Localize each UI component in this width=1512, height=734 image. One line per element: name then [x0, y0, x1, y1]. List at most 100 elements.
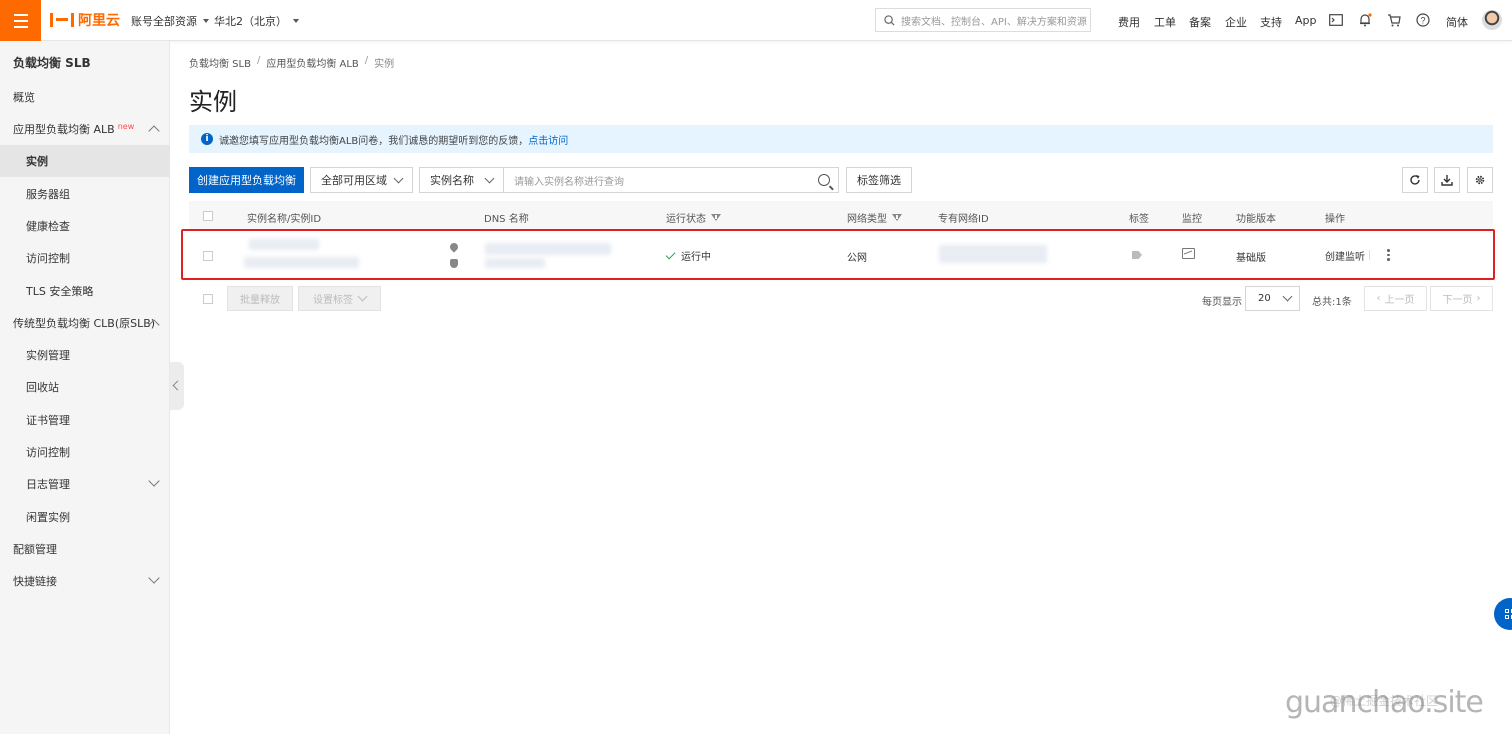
nav-icp[interactable]: 备案: [1189, 14, 1211, 30]
sidebar-item-health-check[interactable]: 健康检查: [0, 210, 170, 242]
region-dropdown[interactable]: 华北2（北京）: [214, 13, 299, 29]
nav-enterprise[interactable]: 企业: [1225, 14, 1247, 30]
sidebar-item-label: 健康检查: [26, 220, 70, 233]
chevron-down-icon: [393, 173, 404, 183]
aliyun-logo[interactable]: 阿里云: [50, 10, 120, 30]
sidebar-item-clb-access-control[interactable]: 访问控制: [0, 436, 170, 468]
account-scope-label: 账号全部资源: [131, 15, 197, 28]
bell-icon[interactable]: [1357, 12, 1373, 28]
instance-search-placeholder: 请输入实例名称进行查询: [514, 176, 624, 188]
sidebar-item-logs[interactable]: 日志管理: [0, 468, 170, 500]
breadcrumb: 负载均衡 SLB / 应用型负载均衡 ALB / 实例: [189, 55, 394, 70]
new-badge: new: [117, 121, 135, 131]
sidebar-item-overview[interactable]: 概览: [0, 81, 170, 113]
sidebar-item-shortcuts[interactable]: 快捷链接: [0, 565, 170, 597]
sidebar-item-certificates[interactable]: 证书管理: [0, 404, 170, 436]
sidebar-item-quota[interactable]: 配额管理: [0, 533, 170, 565]
column-header-edition: 功能版本: [1236, 214, 1276, 225]
sidebar-title: 负载均衡 SLB: [13, 56, 91, 70]
footer-select-all-checkbox[interactable]: [203, 294, 213, 304]
sidebar-item-access-control[interactable]: 访问控制: [0, 242, 170, 274]
chevron-down-icon: [148, 572, 160, 584]
site-watermark: guanchao.site: [1285, 685, 1484, 720]
prev-page-button[interactable]: ‹ 上一页: [1364, 286, 1427, 311]
sidebar-item-label: 证书管理: [26, 414, 70, 427]
region-label: 华北2（北京）: [214, 15, 287, 28]
chevron-right-icon: ›: [1476, 293, 1481, 304]
tag-filter-button[interactable]: 标签筛选: [846, 167, 912, 193]
sidebar-item-label: 配额管理: [13, 543, 57, 556]
column-header-tags: 标签: [1129, 214, 1149, 225]
chevron-down-icon: [484, 173, 495, 183]
global-search-input[interactable]: 搜索文档、控制台、API、解决方案和资源: [875, 8, 1091, 32]
help-icon[interactable]: ?: [1415, 12, 1431, 28]
sidebar-item-label: 访问控制: [26, 252, 70, 265]
search-field-select[interactable]: 实例名称: [419, 167, 504, 193]
page-title: 实例: [189, 88, 237, 116]
instance-search-input[interactable]: 请输入实例名称进行查询: [504, 167, 839, 193]
sidebar-item-clb[interactable]: 传统型负载均衡 CLB(原SLB): [0, 307, 170, 339]
set-tags-button[interactable]: 设置标签: [298, 286, 381, 311]
column-header-actions: 操作: [1325, 214, 1345, 225]
nav-tickets[interactable]: 工单: [1154, 14, 1176, 30]
logo-text: 阿里云: [78, 13, 120, 29]
search-icon[interactable]: [818, 174, 830, 186]
search-field-value: 实例名称: [430, 174, 474, 187]
nav-support[interactable]: 支持: [1260, 14, 1282, 30]
sidebar-item-label: 快捷链接: [13, 575, 57, 588]
breadcrumb-separator: /: [256, 55, 261, 66]
sidebar-item-alb[interactable]: 应用型负载均衡 ALB new: [0, 113, 170, 145]
table-header: 实例名称/实例ID DNS 名称 运行状态 网络类型 专有网络ID 标签 监控 …: [189, 201, 1493, 231]
sidebar-item-alb-instances[interactable]: 实例: [0, 145, 170, 177]
batch-release-button[interactable]: 批量释放: [227, 286, 293, 311]
chevron-down-icon: [148, 475, 160, 487]
breadcrumb-slb[interactable]: 负载均衡 SLB: [189, 55, 251, 70]
nav-app[interactable]: App: [1295, 14, 1317, 27]
set-tags-label: 设置标签: [313, 295, 353, 306]
floating-apps-button[interactable]: [1494, 598, 1512, 630]
terminal-icon[interactable]: [1328, 12, 1344, 28]
svg-text:?: ?: [1420, 16, 1425, 26]
sidebar-item-instance-management[interactable]: 实例管理: [0, 339, 170, 371]
account-scope-dropdown[interactable]: 账号全部资源: [131, 13, 209, 29]
sidebar-item-idle-instances[interactable]: 闲置实例: [0, 501, 170, 533]
sidebar-item-label: 实例管理: [26, 349, 70, 362]
zone-select[interactable]: 全部可用区域: [310, 167, 413, 193]
chevron-up-icon: [148, 125, 160, 137]
notice-link[interactable]: 点击访问: [528, 132, 568, 147]
sidebar-item-server-groups[interactable]: 服务器组: [0, 178, 170, 210]
search-icon: [884, 14, 895, 26]
sidebar-item-label: 闲置实例: [26, 511, 70, 524]
avatar[interactable]: [1482, 10, 1502, 30]
settings-icon[interactable]: [1467, 167, 1493, 193]
nav-fees[interactable]: 费用: [1118, 14, 1140, 30]
breadcrumb-separator: /: [364, 55, 369, 66]
next-page-button[interactable]: 下一页 ›: [1430, 286, 1493, 311]
sidebar-item-tls-policy[interactable]: TLS 安全策略: [0, 275, 170, 307]
sidebar-item-label: 日志管理: [26, 478, 70, 491]
menu-icon[interactable]: [0, 0, 41, 41]
sidebar-item-label: 传统型负载均衡 CLB(原SLB): [13, 317, 156, 330]
caret-down-icon: [293, 19, 299, 23]
page-size-value: 20: [1258, 293, 1271, 304]
filter-icon[interactable]: [892, 214, 902, 221]
sidebar-item-recycle-bin[interactable]: 回收站: [0, 371, 170, 403]
cart-icon[interactable]: [1386, 12, 1402, 28]
notice-text: 诚邀您填写应用型负载均衡ALB问卷，我们诚恳的期望听到您的反馈，: [219, 135, 529, 147]
page-size-select[interactable]: 20: [1245, 286, 1300, 311]
create-alb-button[interactable]: 创建应用型负载均衡: [189, 167, 304, 193]
top-bar: 阿里云 账号全部资源 华北2（北京） 搜索文档、控制台、API、解决方案和资源 …: [0, 0, 1512, 41]
survey-notice: i 诚邀您填写应用型负载均衡ALB问卷，我们诚恳的期望听到您的反馈， 点击访问: [189, 125, 1493, 153]
sidebar-item-label: 回收站: [26, 381, 59, 394]
refresh-icon[interactable]: [1402, 167, 1428, 193]
next-page-label: 下一页: [1442, 295, 1473, 306]
select-all-checkbox[interactable]: [203, 211, 213, 221]
column-header-status: 运行状态: [666, 210, 721, 225]
breadcrumb-current: 实例: [374, 59, 395, 70]
sidebar-collapse-handle[interactable]: [170, 362, 184, 410]
language-switch[interactable]: 简体: [1446, 14, 1468, 30]
download-icon[interactable]: [1434, 167, 1460, 193]
caret-down-icon: [203, 19, 209, 23]
breadcrumb-alb[interactable]: 应用型负载均衡 ALB: [266, 55, 358, 70]
filter-icon[interactable]: [711, 214, 721, 221]
